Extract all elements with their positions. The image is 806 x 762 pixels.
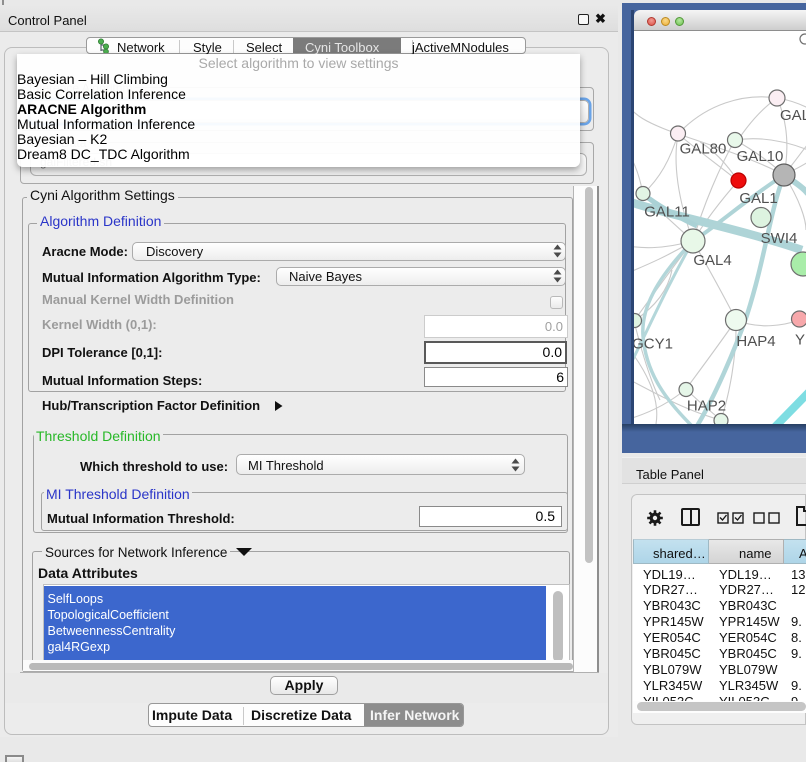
svg-text:GCY1: GCY1 <box>634 336 673 353</box>
svg-text:HAP2: HAP2 <box>687 398 726 415</box>
svg-text:HAP4: HAP4 <box>736 333 775 350</box>
svg-text:GAL4: GAL4 <box>693 252 731 269</box>
svg-text:SWI4: SWI4 <box>761 230 798 247</box>
svg-text:GAL80: GAL80 <box>680 141 727 158</box>
svg-text:GAL1: GAL1 <box>739 190 777 207</box>
svg-text:GAL10: GAL10 <box>737 148 784 165</box>
svg-text:GAL: GAL <box>780 107 806 124</box>
svg-text:GAL11: GAL11 <box>644 204 690 221</box>
svg-text:Y: Y <box>795 332 805 349</box>
